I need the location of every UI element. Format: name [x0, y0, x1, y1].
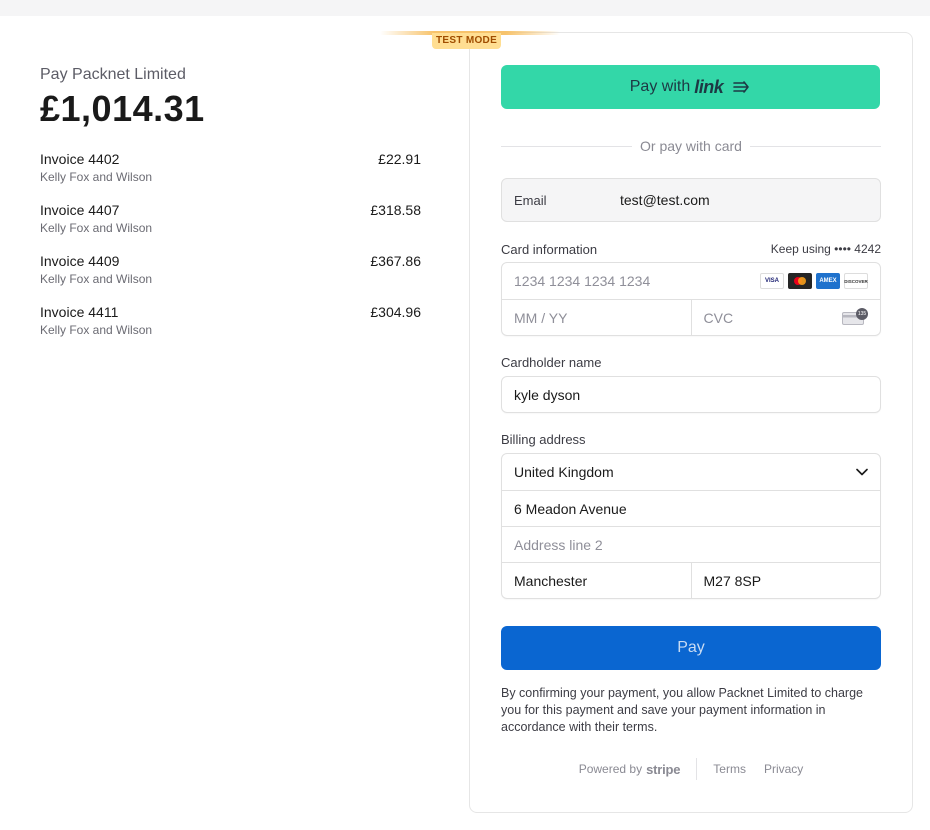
card-number-placeholder: 1234 1234 1234 1234	[514, 273, 651, 289]
divider-line	[501, 145, 633, 147]
card-info-group: 1234 1234 1234 1234 VISA AMEX DISCOVER M…	[501, 262, 881, 336]
pay-button[interactable]: Pay	[501, 626, 881, 670]
address-line2-placeholder: Address line 2	[514, 536, 603, 553]
city-input[interactable]: Manchester	[502, 563, 691, 598]
card-brands: VISA AMEX DISCOVER	[760, 273, 868, 289]
line-item: Invoice 4407 Kelly Fox and Wilson £318.5…	[40, 201, 421, 252]
line-item-description: Kelly Fox and Wilson	[40, 323, 153, 337]
line-item-amount: £367.86	[370, 253, 421, 269]
email-label: Email	[514, 192, 547, 208]
powered-by-text: Powered by	[578, 762, 643, 776]
postcode-input[interactable]: M27 8SP	[690, 563, 881, 598]
line-item-name: Invoice 4402	[40, 151, 120, 167]
line-item-description: Kelly Fox and Wilson	[40, 221, 153, 235]
line-item: Invoice 4411 Kelly Fox and Wilson £304.9…	[40, 303, 421, 354]
cardholder-name-value: kyle dyson	[514, 386, 581, 403]
card-expiry-cvc-row: MM / YY CVC 135	[502, 299, 880, 335]
line-item-name: Invoice 4407	[40, 202, 120, 218]
keep-using-saved-card-link[interactable]: Keep using •••• 4242	[771, 242, 881, 256]
powered-by-stripe[interactable]: Powered by stripe	[579, 762, 681, 777]
line-item-description: Kelly Fox and Wilson	[40, 170, 153, 184]
card-number-input[interactable]: 1234 1234 1234 1234 VISA AMEX DISCOVER	[502, 263, 880, 299]
footer-separator	[696, 758, 698, 780]
email-field[interactable]: Email test@test.com	[501, 178, 881, 222]
line-item-name: Invoice 4409	[40, 253, 120, 269]
postcode-value: M27 8SP	[703, 572, 762, 589]
city-postcode-row: Manchester M27 8SP	[502, 562, 880, 598]
arrow-right-icon	[733, 80, 751, 94]
link-button-prefix: Pay with	[629, 78, 691, 95]
line-item-name: Invoice 4411	[40, 304, 119, 320]
line-items: Invoice 4402 Kelly Fox and Wilson £22.91…	[40, 150, 421, 354]
billing-address-label: Billing address	[501, 432, 586, 447]
line-item: Invoice 4409 Kelly Fox and Wilson £367.8…	[40, 252, 421, 303]
link-logo: link	[694, 76, 724, 97]
cardholder-label: Cardholder name	[501, 355, 602, 370]
top-bar	[0, 0, 930, 16]
stripe-logo: stripe	[646, 761, 681, 777]
test-mode-badge: TEST MODE	[432, 33, 502, 49]
cvc-input[interactable]: CVC 135	[690, 300, 881, 335]
email-value: test@test.com	[620, 192, 710, 208]
merchant-name: Pay Packnet Limited	[40, 66, 186, 83]
cardholder-name-input[interactable]: kyle dyson	[501, 376, 881, 413]
country-value: United Kingdom	[514, 464, 614, 480]
country-select[interactable]: United Kingdom	[502, 454, 880, 490]
terms-link[interactable]: Terms	[713, 762, 746, 776]
discover-icon: DISCOVER	[844, 273, 868, 289]
address-line1-input[interactable]: 6 Meadon Avenue	[502, 490, 880, 526]
card-info-label: Card information	[501, 241, 598, 257]
line-item: Invoice 4402 Kelly Fox and Wilson £22.91	[40, 150, 421, 201]
line-item-amount: £22.91	[378, 151, 421, 167]
address-line2-input[interactable]: Address line 2	[502, 526, 880, 562]
cvc-hint: 135	[856, 307, 868, 320]
line-item-amount: £318.58	[370, 202, 421, 218]
privacy-link[interactable]: Privacy	[764, 762, 803, 776]
payment-form: Pay with link Or pay with card Email tes…	[501, 65, 881, 736]
billing-address-group: United Kingdom 6 Meadon Avenue Address l…	[501, 453, 881, 599]
amex-icon: AMEX	[816, 273, 840, 289]
cvc-card-icon: 135	[842, 307, 868, 326]
visa-icon: VISA	[760, 273, 784, 289]
consent-text: By confirming your payment, you allow Pa…	[501, 686, 863, 734]
card-divider: Or pay with card	[501, 138, 881, 154]
divider-text: Or pay with card	[640, 138, 742, 154]
city-value: Manchester	[514, 572, 588, 589]
chevron-down-icon	[856, 468, 868, 476]
divider-line	[749, 145, 881, 147]
line-item-description: Kelly Fox and Wilson	[40, 272, 153, 286]
mastercard-icon	[788, 273, 812, 289]
total-amount: £1,014.31	[40, 88, 205, 129]
expiry-input[interactable]: MM / YY	[502, 300, 691, 335]
card-info-header: Card information Keep using •••• 4242	[501, 241, 881, 257]
order-summary: Pay Packnet Limited £1,014.31 Invoice 44…	[40, 66, 421, 354]
pay-button-label: Pay	[677, 639, 705, 656]
card-number-row: 1234 1234 1234 1234 VISA AMEX DISCOVER	[502, 263, 880, 299]
line-item-amount: £304.96	[370, 304, 421, 320]
footer: Powered by stripe Terms Privacy	[501, 756, 881, 782]
pay-with-link-button[interactable]: Pay with link	[501, 65, 880, 109]
expiry-placeholder: MM / YY	[514, 309, 568, 326]
cvc-placeholder: CVC	[703, 309, 734, 326]
address-line1-value: 6 Meadon Avenue	[514, 500, 627, 517]
